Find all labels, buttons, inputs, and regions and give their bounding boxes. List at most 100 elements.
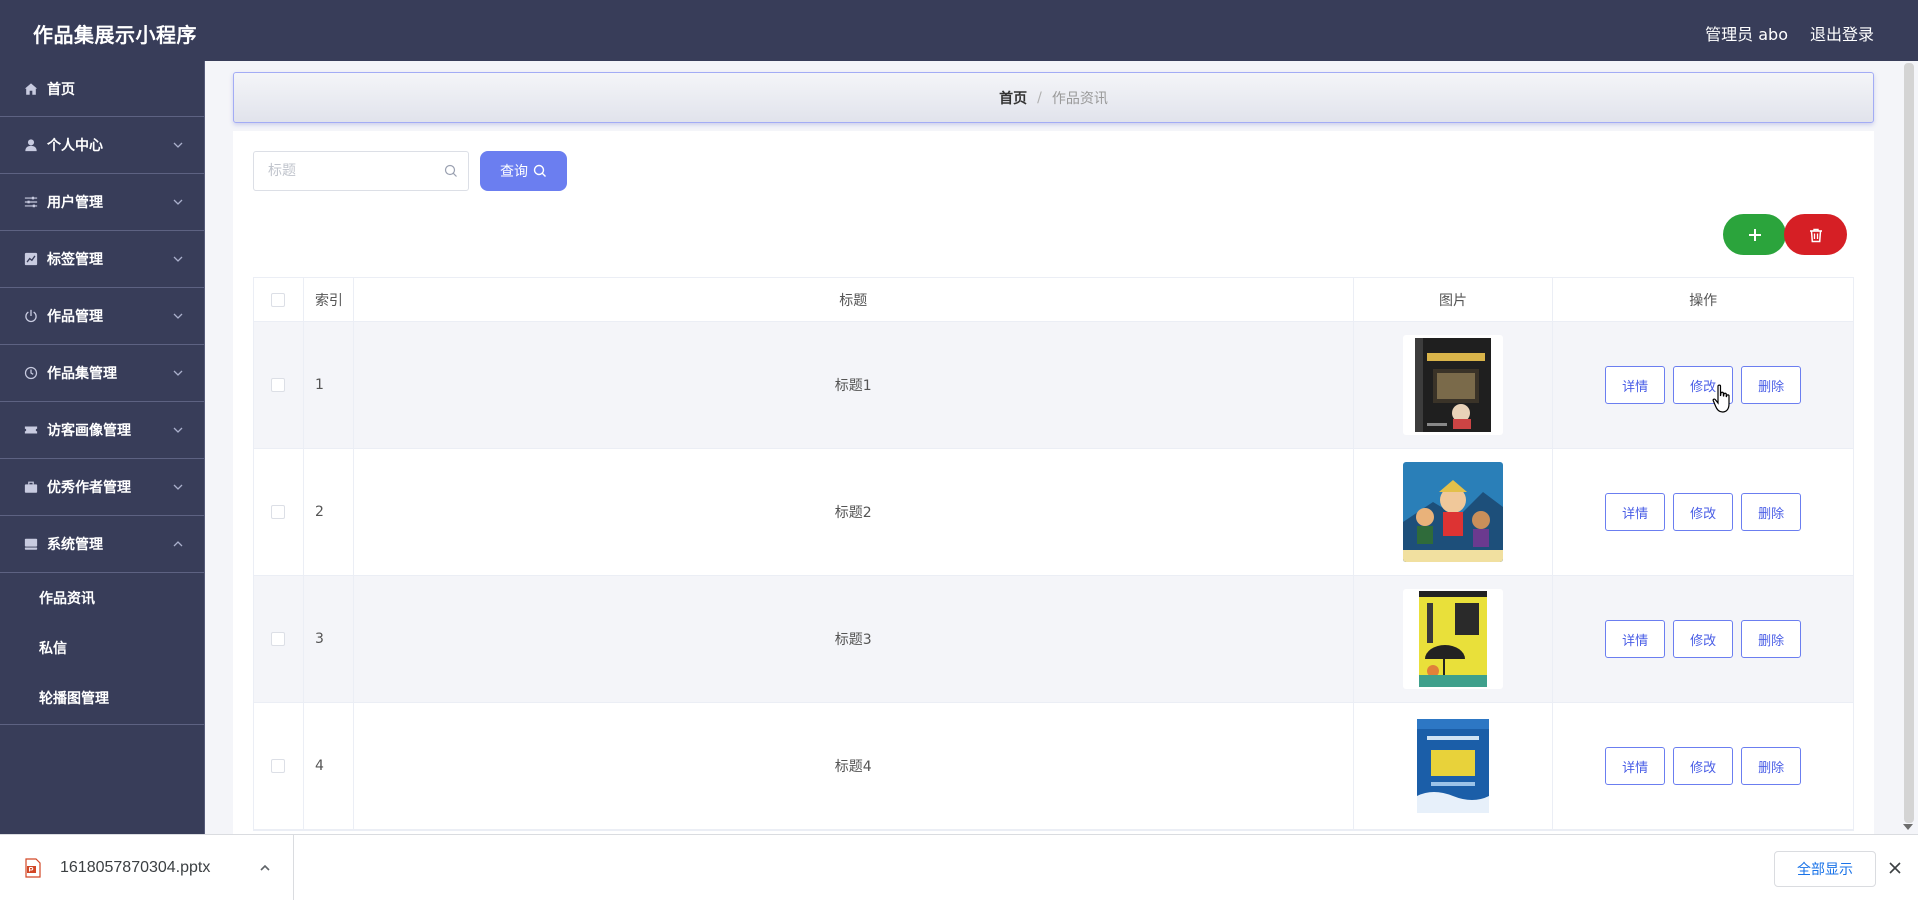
sidebar-item-label: 用户管理 (47, 195, 103, 211)
sidebar-subitem-carousel-management[interactable]: 轮播图管理 (0, 673, 204, 723)
edit-button[interactable]: 修改 (1673, 493, 1734, 531)
sidebar-subitem-private-message[interactable]: 私信 (0, 623, 204, 673)
chevron-down-icon (173, 313, 183, 319)
batch-delete-button[interactable] (1784, 214, 1847, 255)
sidebar-item-label: 首页 (47, 81, 75, 98)
row-checkbox[interactable] (271, 505, 286, 519)
search-icon (444, 164, 457, 177)
works-news-table: 索引 标题 图片 操作 1 标题1 详情 修改 删除 2 标题2 详情 修改 删… (253, 277, 1854, 831)
sidebar-item-user-management[interactable]: 用户管理 (0, 174, 204, 231)
trash-icon (1809, 228, 1822, 242)
anime-poster-image (1403, 462, 1503, 562)
sidebar-item-label: 个人中心 (47, 138, 103, 154)
select-all-checkbox[interactable] (271, 292, 286, 307)
header-index: 索引 (304, 278, 354, 321)
delete-button[interactable]: 删除 (1741, 620, 1802, 658)
sidebar-item-label: 访客画像管理 (47, 423, 131, 439)
row-checkbox[interactable] (271, 632, 286, 646)
book-cover-image (1403, 716, 1503, 816)
sidebar-item-label: 标签管理 (47, 252, 103, 268)
edit-button[interactable]: 修改 (1673, 747, 1734, 785)
close-icon[interactable] (1888, 861, 1902, 875)
row-checkbox[interactable] (271, 759, 286, 773)
chevron-down-icon (173, 427, 183, 433)
row-title: 标题1 (354, 322, 1354, 448)
query-button[interactable]: 查询 (480, 151, 567, 191)
row-index: 4 (304, 703, 354, 829)
chart-icon (24, 252, 38, 266)
hand-cursor-icon (1712, 384, 1730, 413)
chevron-down-icon (173, 484, 183, 490)
sidebar-item-system-management[interactable]: 系统管理 (0, 516, 204, 573)
download-item[interactable]: 1618057870304.pptx (0, 835, 294, 900)
admin-user-label: 管理员 abo (1705, 25, 1788, 44)
search-field (253, 151, 469, 191)
power-icon (24, 309, 38, 323)
sidebar: 首页 个人中心 用户管理 标签管理 作品管理 作品集管理 访客画像管理 优秀作者… (0, 61, 205, 834)
breadcrumb-current: 作品资讯 (1051, 90, 1108, 107)
header-ops: 操作 (1689, 292, 1718, 309)
sidebar-subitem-works-news[interactable]: 作品资讯 (0, 573, 204, 623)
table-header-row: 索引 标题 图片 操作 (254, 278, 1853, 322)
download-bar: 1618057870304.pptx 全部显示 (0, 834, 1918, 900)
sidebar-item-excellent-authors[interactable]: 优秀作者管理 (0, 459, 204, 516)
page-scrollbar[interactable] (1898, 61, 1918, 834)
chevron-up-icon (173, 541, 183, 547)
row-title: 标题2 (354, 449, 1354, 575)
sliders-icon (24, 195, 38, 209)
add-button[interactable] (1723, 214, 1786, 255)
search-icon (533, 164, 546, 177)
system-management-submenu: 作品资讯 私信 轮播图管理 (0, 573, 204, 725)
row-index: 1 (304, 322, 354, 448)
delete-button[interactable]: 删除 (1741, 493, 1802, 531)
delete-button[interactable]: 删除 (1741, 747, 1802, 785)
delete-button[interactable]: 删除 (1741, 366, 1802, 404)
sidebar-item-works-management[interactable]: 作品管理 (0, 288, 204, 345)
scrollbar-thumb[interactable] (1904, 63, 1914, 823)
book-cover-image (1403, 589, 1503, 689)
sidebar-item-label: 优秀作者管理 (47, 480, 131, 496)
table-row: 2 标题2 详情 修改 删除 (254, 449, 1853, 576)
home-icon (24, 82, 38, 96)
download-file-name: 1618057870304.pptx (60, 859, 211, 876)
sidebar-item-label: 作品集管理 (47, 366, 117, 382)
row-title: 标题4 (354, 703, 1354, 829)
row-checkbox[interactable] (271, 378, 286, 392)
user-icon (24, 138, 38, 152)
header-image: 图片 (1354, 278, 1554, 321)
header-title: 标题 (354, 278, 1354, 321)
detail-button[interactable]: 详情 (1605, 366, 1666, 404)
edit-button[interactable]: 修改 (1673, 620, 1734, 658)
table-row: 4 标题4 详情 修改 删除 (254, 703, 1853, 830)
breadcrumb-separator: / (1037, 89, 1042, 106)
book-cover-image (1403, 335, 1503, 435)
chevron-down-icon (173, 256, 183, 262)
table-row: 3 标题3 详情 修改 删除 (254, 576, 1853, 703)
show-all-downloads-button[interactable]: 全部显示 (1774, 851, 1876, 887)
sidebar-item-visitor-profile[interactable]: 访客画像管理 (0, 402, 204, 459)
detail-button[interactable]: 详情 (1605, 493, 1666, 531)
briefcase-icon (24, 480, 38, 494)
logout-link[interactable]: 退出登录 (1810, 21, 1874, 45)
chevron-down-icon (173, 370, 183, 376)
sidebar-item-personal-center[interactable]: 个人中心 (0, 117, 204, 174)
detail-button[interactable]: 详情 (1605, 747, 1666, 785)
scroll-down-arrow-icon[interactable] (1903, 824, 1913, 830)
breadcrumb-home[interactable]: 首页 (999, 88, 1027, 108)
search-input[interactable] (254, 152, 434, 190)
drive-icon (24, 537, 38, 551)
row-index: 2 (304, 449, 354, 575)
sidebar-item-tag-management[interactable]: 标签管理 (0, 231, 204, 288)
chevron-up-icon[interactable] (258, 861, 272, 875)
sidebar-item-portfolio-management[interactable]: 作品集管理 (0, 345, 204, 402)
breadcrumb: 首页 / 作品资讯 (233, 72, 1874, 123)
chevron-down-icon (173, 199, 183, 205)
sidebar-item-label: 系统管理 (47, 537, 103, 553)
plus-icon (1748, 228, 1761, 241)
sidebar-item-home[interactable]: 首页 (0, 61, 204, 117)
app-title: 作品集展示小程序 (33, 23, 197, 47)
chevron-down-icon (173, 142, 183, 148)
clock-icon (24, 366, 38, 380)
content-panel: 查询 索引 标题 图片 操作 1 标题1 (233, 131, 1874, 834)
detail-button[interactable]: 详情 (1605, 620, 1666, 658)
